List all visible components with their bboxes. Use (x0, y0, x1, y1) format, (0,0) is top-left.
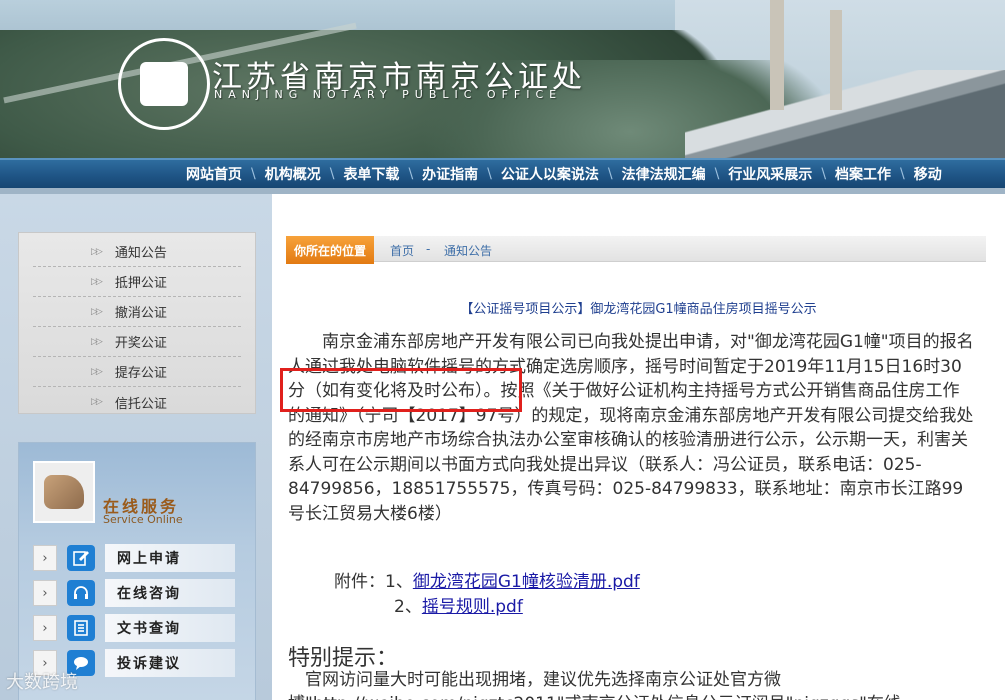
nav-item-archives[interactable]: 档案工作 (835, 164, 891, 184)
bridge-tower-2 (830, 10, 842, 110)
article-body: 南京金浦东部房地产开发有限公司已向我处提出申请，对"御龙湾花园G1幢"项目的报名… (288, 330, 976, 526)
article-title: 【公证摇号项目公示】御龙湾花园G1幢商品住房项目摇号公示 (460, 302, 817, 317)
online-service-panel: 在线服务 Service Online › 网上申请 › 在线咨询 › 文书查询… (18, 442, 256, 700)
category-menu: ▷▷ 通知公告 ▷▷ 抵押公证 ▷▷ 撤消公证 ▷▷ 开奖公证 ▷▷ 提存公证 ▷▷ 信托公… (18, 232, 256, 414)
attachment-link-checklist[interactable]: 御龙湾花园G1幢核验清册.pdf (413, 572, 640, 592)
menu-item-lottery[interactable]: ▷▷ 开奖公证 (33, 327, 241, 357)
nav-item-cases[interactable]: 公证人以案说法 (501, 164, 599, 184)
nav-item-home[interactable]: 网站首页 (186, 164, 242, 184)
menu-item-label: 开奖公证 (114, 336, 167, 351)
watermark: 大数跨境 (6, 672, 78, 693)
service-item-label: 文书查询 (105, 614, 235, 642)
service-item-label: 在线咨询 (105, 579, 235, 607)
notice-paragraph: 官网访问量大时可能出现拥堵，建议优先选择南京公证处官方微博"http://wei… (288, 670, 901, 700)
headset-icon (67, 580, 95, 606)
nav-separator: \ (900, 166, 905, 182)
main-nav: 网站首页 \ 机构概况 \ 表单下载 \ 办证指南 \ 公证人以案说法 \ 法律法规汇编 \… (0, 158, 1005, 188)
menu-item-notices[interactable]: ▷▷ 通知公告 (33, 237, 241, 267)
site-banner: 江苏省南京市南京公证处 NANJING NOTARY PUBLIC OFFICE (0, 0, 1005, 158)
nav-separator: \ (329, 166, 335, 182)
attach-label: 附件： (334, 572, 385, 592)
nav-item-forms[interactable]: 表单下载 (343, 164, 399, 184)
attachment-link-rules[interactable]: 摇号规则.pdf (422, 597, 523, 617)
nav-separator: \ (821, 166, 827, 182)
service-item-label: 投诉建议 (105, 649, 235, 677)
document-list-icon (67, 615, 95, 641)
chevron-right-icon: › (33, 580, 57, 606)
nav-item-showcase[interactable]: 行业风采展示 (728, 164, 812, 184)
notary-logo (118, 38, 210, 130)
breadcrumb-separator: - (426, 242, 431, 256)
hand-pen-icon (44, 475, 84, 509)
double-arrow-icon: ▷▷ (91, 336, 103, 347)
service-item-label: 网上申请 (105, 544, 235, 572)
menu-item-trust[interactable]: ▷▷ 信托公证 (33, 387, 241, 417)
attach-num: 1、 (385, 572, 413, 592)
menu-item-label: 通知公告 (114, 246, 167, 261)
nav-item-mobile[interactable]: 移动 (914, 164, 942, 184)
double-arrow-icon: ▷▷ (91, 366, 103, 377)
menu-item-label: 信托公证 (114, 396, 167, 412)
nav-item-laws[interactable]: 法律法规汇编 (622, 164, 706, 184)
service-image (33, 461, 95, 523)
left-sidebar: ▷▷ 通知公告 ▷▷ 抵押公证 ▷▷ 撤消公证 ▷▷ 开奖公证 ▷▷ 提存公证 ▷▷ 信托公… (0, 194, 272, 700)
nav-item-about[interactable]: 机构概况 (265, 164, 321, 184)
chevron-right-icon: › (33, 615, 57, 641)
service-subtitle: Service Online (103, 513, 183, 526)
menu-item-label: 撤消公证 (114, 306, 167, 321)
breadcrumb-home-link[interactable]: 首页 (390, 242, 414, 259)
article-paragraph: 南京金浦东部房地产开发有限公司已向我处提出申请，对"御龙湾花园G1幢"项目的报名… (288, 332, 974, 524)
double-arrow-icon: ▷▷ (91, 276, 103, 287)
service-item-consult[interactable]: › 在线咨询 (33, 578, 247, 608)
menu-item-deposit[interactable]: ▷▷ 提存公证 (33, 357, 241, 387)
menu-item-label: 提存公证 (114, 366, 167, 381)
nav-separator: \ (714, 166, 720, 182)
double-arrow-icon: ▷▷ (91, 306, 103, 317)
bridge-tower (770, 0, 784, 110)
nav-separator: \ (251, 166, 256, 182)
attach-num: 2、 (394, 597, 422, 617)
double-arrow-icon: ▷▷ (91, 246, 103, 257)
service-item-query[interactable]: › 文书查询 (33, 613, 247, 643)
lion-emblem-icon (140, 62, 188, 106)
service-item-apply[interactable]: › 网上申请 (33, 543, 247, 573)
breadcrumb-tag: 你所在的位置 (286, 236, 374, 264)
chevron-right-icon: › (33, 545, 57, 571)
nav-separator: \ (408, 166, 414, 182)
menu-item-mortgage[interactable]: ▷▷ 抵押公证 (33, 267, 241, 297)
edit-icon (67, 545, 95, 571)
attachments: 附件：1、御龙湾花园G1幢核验清册.pdf 2、摇号规则.pdf (334, 570, 640, 620)
breadcrumb: 你所在的位置 首页 - 通知公告 (286, 236, 986, 264)
nav-item-guide[interactable]: 办证指南 (422, 164, 478, 184)
content-area: 你所在的位置 首页 - 通知公告 【公证摇号项目公示】御龙湾花园G1幢商品住房项… (272, 194, 1005, 700)
nav-separator: \ (607, 166, 613, 182)
menu-item-label: 抵押公证 (114, 276, 167, 291)
double-arrow-icon: ▷▷ (91, 397, 103, 407)
nav-separator: \ (487, 166, 492, 182)
site-subtitle: NANJING NOTARY PUBLIC OFFICE (214, 88, 563, 101)
notice-body: 官网访问量大时可能出现拥堵，建议优先选择南京公证处官方微博"http://wei… (288, 668, 978, 700)
menu-item-cancel[interactable]: ▷▷ 撤消公证 (33, 297, 241, 327)
breadcrumb-current-link[interactable]: 通知公告 (444, 242, 492, 259)
banner-bridge (685, 70, 1005, 158)
highlight-box (280, 368, 522, 412)
